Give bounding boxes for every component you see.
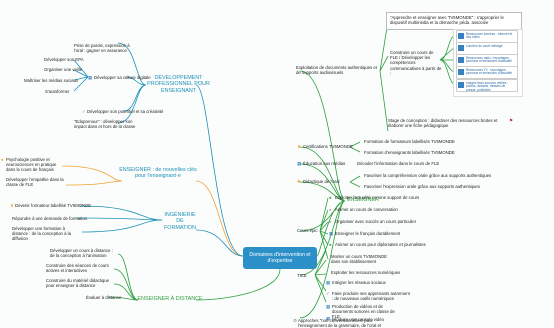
node-apprendre: "Apprendre et enseigner avec TV5MONDE" :… <box>390 15 504 26</box>
bullet-icon: ● <box>329 242 332 247</box>
node-cours-distance[interactable]: Développer un cours à distance : de la c… <box>50 248 116 258</box>
central-topic-label: Domaines d'intervention et d'expertise <box>249 251 311 264</box>
node-tice[interactable]: TICE <box>297 273 307 278</box>
node-eduprenieur[interactable]: "Eduprenour" : développer son impact dan… <box>74 119 146 129</box>
resource-card-label: Lumière du court métrage <box>466 43 503 48</box>
node-faire-produire[interactable]: Faire produire ses apprenants autrement … <box>332 291 410 301</box>
node-formation-enseignants[interactable]: Formation d'enseignants labellisés TV5MO… <box>364 150 455 155</box>
node-stage[interactable]: Stage de conception : didactiser des res… <box>388 118 504 128</box>
node-apprendre-box[interactable]: "Apprendre et enseigner avec TV5MONDE" :… <box>386 12 522 30</box>
resource-card-label: Images fixes sources réelles : photos, d… <box>466 80 508 93</box>
bullet-icon: ● <box>329 195 332 200</box>
resource-card-label: Ressources formées : Internet et des vid… <box>466 31 513 40</box>
node-construire-fle[interactable]: Construire un cours de FLE / Développer … <box>390 50 442 76</box>
node-diplomates[interactable]: Animer un cours pour diplomates et journ… <box>335 242 426 247</box>
resource-card[interactable]: Ressources TV : reportages, journaux et … <box>456 66 518 79</box>
folder-icon: ▦ <box>297 161 302 166</box>
node-repondre[interactable]: Répondre à une demande de formation <box>12 216 87 221</box>
node-expression[interactable]: Favoriser l'expression orale grâce aux s… <box>364 184 480 189</box>
bullet-icon: ● <box>329 207 332 212</box>
node-approches[interactable]: Approches "non conventionnelles" pour l'… <box>298 318 386 328</box>
branch-developpement[interactable]: DÉVELOPPEMENT PROFESSIONNEL POUR ENSEIGN… <box>146 75 211 94</box>
node-culture-digitale[interactable]: Développer sa culture digitale <box>94 75 151 80</box>
node-actualite[interactable]: Exploiter l'actualité comme support de c… <box>335 195 419 200</box>
node-monter-cours[interactable]: Monter un cours TV5MONDE dans son établi… <box>331 254 397 264</box>
target-icon: ✚ <box>297 179 301 184</box>
resource-card-label: Ressources radio / reportages : journaux… <box>466 55 512 64</box>
central-topic[interactable]: Domaines d'intervention et d'expertise <box>243 247 317 269</box>
video-thumbnail-icon <box>458 33 464 39</box>
node-exploiter-ressources[interactable]: Exploiter les ressources numériques <box>331 270 400 275</box>
node-education-medias[interactable]: Éducation aux médias <box>303 161 345 166</box>
node-devenir-formateur[interactable]: Devenir formateur labellisé TV5MONDE <box>15 203 91 208</box>
node-seances[interactable]: Construire des séances de cours actives … <box>46 263 114 273</box>
grid-icon: ▦ <box>326 304 331 309</box>
node-certifications[interactable]: Certifications TV5MONDE <box>303 144 353 149</box>
node-prise-parole[interactable]: Prise de parole, expression à l'oral : g… <box>74 43 136 53</box>
node-didactique[interactable]: Didactique de l'oral <box>303 179 339 184</box>
video-thumbnail-icon <box>458 57 464 63</box>
node-cours-epic[interactable]: Cours épic <box>297 228 318 233</box>
branch-distance[interactable]: ENSEIGNER À DISTANCE <box>136 296 204 302</box>
node-particulier[interactable]: Organiser avec succès un cours particuli… <box>335 219 416 224</box>
node-potentiel[interactable]: Développer son potentiel et sa créativit… <box>87 109 163 114</box>
node-conversation[interactable]: Animer un cours de conversation <box>335 207 398 212</box>
node-epa[interactable]: Développer son EPA <box>44 57 84 62</box>
branch-enseigner-nouvelles[interactable]: ENSEIGNER : de nouvelles clés pour l'ens… <box>118 167 198 180</box>
node-veille[interactable]: Organiser une veille <box>44 67 82 72</box>
video-thumbnail-icon <box>458 45 464 51</box>
node-evaluer[interactable]: Évaluer à distance <box>86 295 121 300</box>
bullet-icon: ● <box>329 219 332 224</box>
folder-icon: ▦ <box>88 75 93 80</box>
branch-ingenierie[interactable]: INGÉNIERIE DE FORMATION <box>160 212 200 231</box>
video-thumbnail-icon <box>458 82 464 88</box>
node-medias-sociaux[interactable]: Maîtriser les médias sociaux <box>24 78 78 83</box>
node-comprehension[interactable]: Favoriser la compréhension orale grâce a… <box>364 173 491 178</box>
trophy-icon: ♛ <box>297 144 301 149</box>
node-autoformer[interactable]: S'autoformer <box>45 89 69 94</box>
bullet-orange-icon: ● <box>1 157 4 162</box>
grid-icon: ▦ <box>326 280 331 285</box>
flag-icon: ⚑ <box>509 118 513 123</box>
gear-icon: ⚙ <box>293 318 297 323</box>
mind-map: Domaines d'intervention et d'expertise D… <box>0 0 554 328</box>
video-thumbnail-icon <box>458 69 464 75</box>
check-icon: ✓ <box>82 109 86 114</box>
node-developper-formation[interactable]: Développer une formation à distance : de… <box>12 226 80 242</box>
node-reseaux-sociaux[interactable]: Intégrer les réseaux sociaux <box>332 280 386 285</box>
node-formation-formateurs[interactable]: Formation de formateurs labellisés TV5MO… <box>364 139 455 144</box>
resource-card-label: Ressources TV : reportages, journaux et … <box>466 67 512 76</box>
node-empathie[interactable]: Développer l'empathie dans la classe de … <box>6 177 66 187</box>
node-materiel[interactable]: Construire du matériel didactique pour e… <box>46 278 114 288</box>
node-durablement[interactable]: Enseigner le français durablement <box>335 231 400 236</box>
node-exploitation[interactable]: Exploitation de documents authentiques e… <box>296 65 378 75</box>
grid-icon: ▦ <box>329 231 334 236</box>
node-psychologie[interactable]: Psychologie positive et neurosciences en… <box>6 157 66 173</box>
node-decoder[interactable]: Décoder l'information dans le cours de F… <box>357 161 439 166</box>
trophy-icon: ♛ <box>10 203 14 208</box>
check-icon: ✓ <box>326 291 330 296</box>
resource-card[interactable]: Images fixes sources réelles : photos, d… <box>456 79 518 92</box>
